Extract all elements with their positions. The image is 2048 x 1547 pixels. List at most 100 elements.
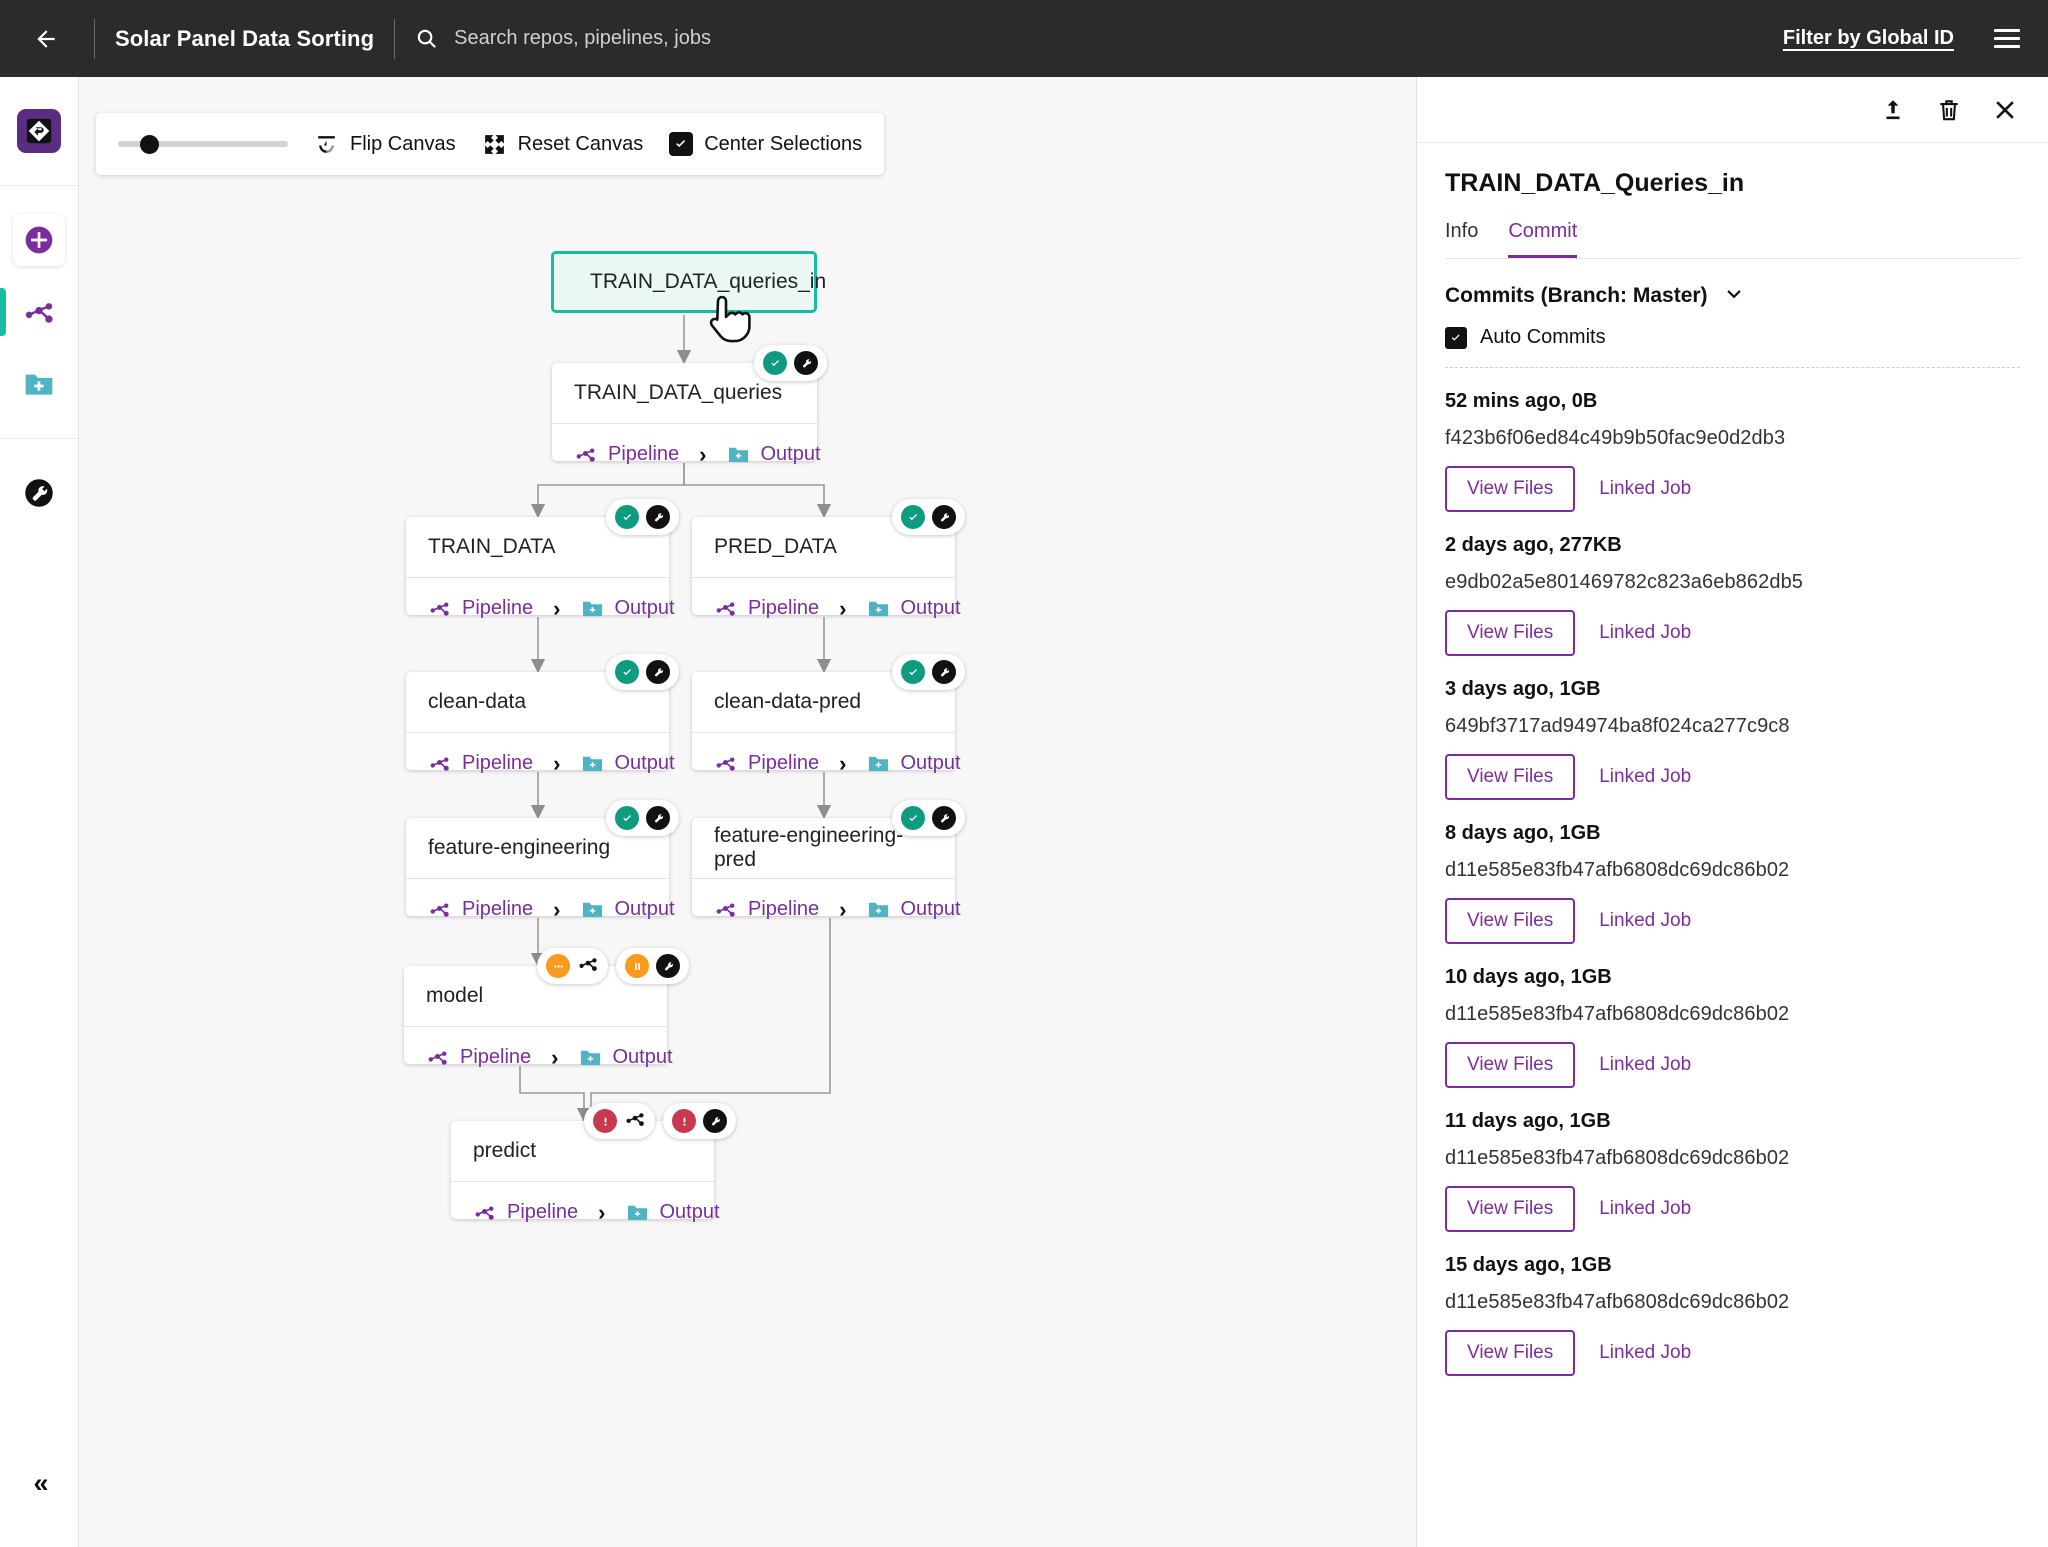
back-button[interactable] xyxy=(24,17,68,61)
tab-commit[interactable]: Commit xyxy=(1508,220,1578,258)
node-output-link[interactable]: Output xyxy=(867,752,961,775)
commit-hash: d11e585e83fb47afb6808dc69dc86b02 xyxy=(1445,859,1790,881)
commit-list-body[interactable]: Commits (Branch: Master) Auto Commits 52… xyxy=(1417,259,2048,1547)
linked-job-link[interactable]: Linked Job xyxy=(1599,478,1691,500)
commit-actions: View Files Linked Job xyxy=(1445,754,2020,800)
node-body: Pipeline › Output xyxy=(451,1181,720,1243)
close-icon[interactable] xyxy=(1992,97,2018,123)
error-icon xyxy=(593,1109,617,1133)
output-label: Output xyxy=(760,443,821,465)
node-pipeline-link[interactable]: Pipeline xyxy=(426,1046,531,1069)
node-pipeline-link[interactable]: Pipeline xyxy=(473,1201,578,1224)
node-pipeline-link[interactable]: Pipeline xyxy=(428,752,533,775)
node-pipeline-link[interactable]: Pipeline xyxy=(574,443,679,466)
pipeline-label: Pipeline xyxy=(460,1046,532,1068)
graph-node-feature-engineering[interactable]: feature-engineering Pipeline › Output xyxy=(406,800,679,922)
pipeline-label: Pipeline xyxy=(748,752,820,774)
node-body: Pipeline › Output xyxy=(552,423,821,485)
linked-job-link[interactable]: Linked Job xyxy=(1599,1342,1691,1364)
rail-item-logo[interactable] xyxy=(0,95,78,167)
sidebar-item-tools[interactable] xyxy=(0,457,78,529)
node-pipeline-link[interactable]: Pipeline xyxy=(714,597,819,620)
sidebar-item-pipelines[interactable] xyxy=(0,276,78,348)
status-badge-success[interactable] xyxy=(606,499,679,535)
status-badge-error[interactable] xyxy=(584,1103,655,1139)
sidebar-item-repos[interactable] xyxy=(0,348,78,420)
status-badge-success[interactable] xyxy=(754,345,827,381)
node-pipeline-link[interactable]: Pipeline xyxy=(428,597,533,620)
dag-graph: TRAIN_DATA_queries_in TRAIN_DATA_queries… xyxy=(79,77,1416,1547)
panel-header: TRAIN_DATA_Queries_in Info Commit xyxy=(1417,143,2048,259)
graph-node-clean-data-pred[interactable]: clean-data-pred Pipeline › Output xyxy=(692,654,965,776)
node-label: clean-data-pred xyxy=(714,690,862,713)
linked-job-link[interactable]: Linked Job xyxy=(1599,1198,1691,1220)
view-files-button[interactable]: View Files xyxy=(1445,1330,1576,1376)
view-files-button[interactable]: View Files xyxy=(1445,466,1576,512)
view-files-button[interactable]: View Files xyxy=(1445,610,1576,656)
graph-node-predict[interactable]: predict Pipeline › Output xyxy=(451,1103,736,1225)
status-badge-success[interactable] xyxy=(892,800,965,836)
collapse-sidebar-button[interactable]: « xyxy=(0,1468,79,1499)
auto-commits-toggle[interactable]: Auto Commits xyxy=(1445,326,2020,349)
graph-node-train-data[interactable]: TRAIN_DATA Pipeline › Output xyxy=(406,499,679,621)
node-body: Pipeline › Output xyxy=(692,878,961,940)
node-label: feature-engineering xyxy=(428,836,611,859)
node-badges xyxy=(606,654,679,690)
chevron-down-icon[interactable] xyxy=(1724,283,1744,308)
linked-job-link[interactable]: Linked Job xyxy=(1599,910,1691,932)
upload-icon[interactable] xyxy=(1880,97,1906,123)
graph-canvas[interactable]: Flip Canvas Reset Canvas Center Selectio… xyxy=(79,77,1416,1547)
output-label: Output xyxy=(900,898,961,920)
node-output-link[interactable]: Output xyxy=(626,1201,720,1224)
graph-node-train-data-queries[interactable]: TRAIN_DATA_queries Pipeline › Output xyxy=(552,345,827,467)
node-label: TRAIN_DATA_queries_in xyxy=(590,270,827,293)
status-badge-paused[interactable] xyxy=(616,948,689,984)
status-badge-success[interactable] xyxy=(892,499,965,535)
node-pipeline-link[interactable]: Pipeline xyxy=(428,898,533,921)
node-pipeline-link[interactable]: Pipeline xyxy=(714,752,819,775)
node-output-link[interactable]: Output xyxy=(581,597,675,620)
node-output-link[interactable]: Output xyxy=(867,898,961,921)
tab-info[interactable]: Info xyxy=(1445,220,1478,258)
active-indicator xyxy=(0,288,6,336)
view-files-button[interactable]: View Files xyxy=(1445,754,1576,800)
graph-node-train-data-queries-in[interactable]: TRAIN_DATA_queries_in xyxy=(551,251,826,313)
status-badge-success[interactable] xyxy=(606,654,679,690)
filter-by-global-id-link[interactable]: Filter by Global ID xyxy=(1783,27,1954,50)
graph-node-pred-data[interactable]: PRED_DATA Pipeline › Output xyxy=(692,499,965,621)
sidebar-item-create[interactable] xyxy=(0,204,78,276)
node-body: Pipeline › Output xyxy=(406,732,675,794)
repo-icon xyxy=(582,601,602,617)
node-output-link[interactable]: Output xyxy=(579,1046,673,1069)
linked-job-link[interactable]: Linked Job xyxy=(1599,1054,1691,1076)
node-output-link[interactable]: Output xyxy=(727,443,821,466)
output-label: Output xyxy=(612,1046,673,1068)
pipeline-label: Pipeline xyxy=(462,898,534,920)
view-files-button[interactable]: View Files xyxy=(1445,1186,1576,1232)
pipeline-label: Pipeline xyxy=(748,898,820,920)
status-badge-error-status[interactable] xyxy=(663,1103,736,1139)
trash-icon[interactable] xyxy=(1936,97,1962,123)
status-badge-busy[interactable] xyxy=(537,948,608,984)
node-pipeline-link[interactable]: Pipeline xyxy=(714,898,819,921)
linked-job-link[interactable]: Linked Job xyxy=(1599,622,1691,644)
linked-job-link[interactable]: Linked Job xyxy=(1599,766,1691,788)
page-title: TRAIN_DATA_Queries_in xyxy=(1445,169,1745,197)
status-badge-success[interactable] xyxy=(606,800,679,836)
commits-header[interactable]: Commits (Branch: Master) xyxy=(1445,283,2020,308)
node-output-link[interactable]: Output xyxy=(581,898,675,921)
graph-node-model[interactable]: model Pipeline › Output xyxy=(404,948,689,1070)
search-area[interactable] xyxy=(415,27,1783,50)
hamburger-menu-icon[interactable] xyxy=(1994,29,2020,48)
graph-node-feature-engineering-pred[interactable]: feature-engineering-pred Pipeline › Outp… xyxy=(692,800,965,922)
node-output-link[interactable]: Output xyxy=(581,752,675,775)
view-files-button[interactable]: View Files xyxy=(1445,898,1576,944)
node-output-link[interactable]: Output xyxy=(867,597,961,620)
graph-node-clean-data[interactable]: clean-data Pipeline › Output xyxy=(406,654,679,776)
status-badge-success[interactable] xyxy=(892,654,965,690)
pipeline-status-icon xyxy=(932,660,956,684)
view-files-button[interactable]: View Files xyxy=(1445,1042,1576,1088)
divider xyxy=(94,18,95,59)
search-input[interactable] xyxy=(454,27,975,50)
auto-commits-checkbox[interactable] xyxy=(1445,326,1467,349)
